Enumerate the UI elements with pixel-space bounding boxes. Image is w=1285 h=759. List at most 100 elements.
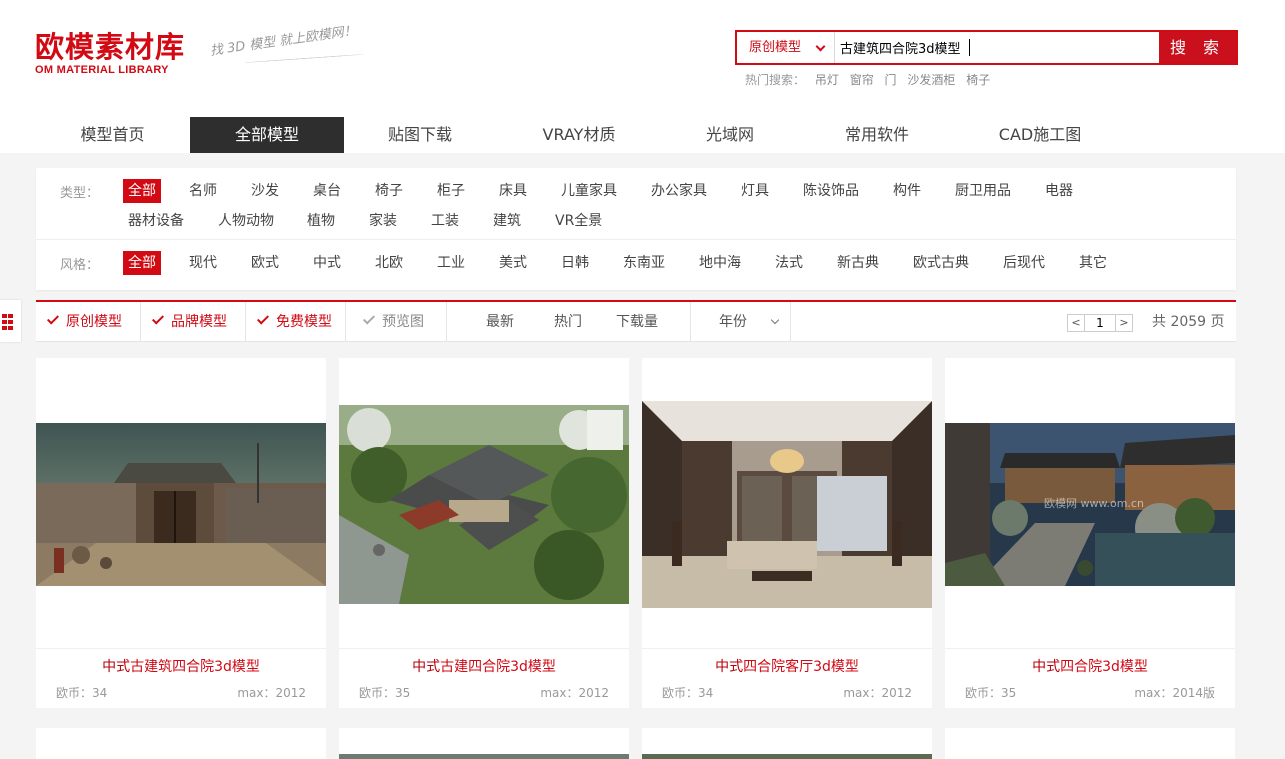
- model-thumbnail[interactable]: [36, 423, 326, 586]
- model-card[interactable]: 欧模网 www.om.cn 中式四合院3d模型 欧币：35 max：2014版: [945, 358, 1235, 708]
- type-filter-item[interactable]: 床具: [494, 179, 532, 203]
- model-title[interactable]: 中式古建四合院3d模型: [339, 656, 629, 676]
- search-input[interactable]: [837, 32, 1159, 63]
- site-logo[interactable]: 欧模素材库 OM MATERIAL LIBRARY: [35, 30, 185, 76]
- coin-price: 欧币：35: [359, 686, 411, 700]
- nav-item-cad[interactable]: CAD施工图: [956, 117, 1124, 153]
- header: 欧模素材库 OM MATERIAL LIBRARY 找 3D 模型 就上欧模网！…: [0, 0, 1285, 153]
- style-filter-item[interactable]: 欧式: [246, 251, 284, 275]
- model-thumbnail[interactable]: [642, 754, 932, 759]
- type-filter-item[interactable]: 植物: [302, 209, 340, 233]
- coin-price: 欧币：35: [965, 686, 1017, 700]
- check-icon: [46, 312, 60, 325]
- model-card[interactable]: [36, 728, 326, 759]
- check-icon: [151, 312, 165, 325]
- year-select[interactable]: 年份: [690, 302, 791, 342]
- type-filter-item[interactable]: 电器: [1040, 179, 1078, 203]
- search-button[interactable]: 搜 索: [1159, 32, 1236, 63]
- type-filter-item[interactable]: 柜子: [432, 179, 470, 203]
- nav-item-all-models[interactable]: 全部模型: [190, 117, 344, 153]
- model-thumbnail[interactable]: [339, 754, 629, 759]
- type-filter-item[interactable]: 儿童家具: [556, 179, 622, 203]
- type-filter-item[interactable]: 构件: [888, 179, 926, 203]
- style-filter-item[interactable]: 后现代: [998, 251, 1050, 275]
- hot-search-item[interactable]: 窗帘: [850, 73, 874, 87]
- type-filter-item[interactable]: 名师: [184, 179, 222, 203]
- type-filter-item[interactable]: 陈设饰品: [798, 179, 864, 203]
- nav-item-ies[interactable]: 光域网: [662, 117, 798, 153]
- type-filter-item[interactable]: 办公家具: [646, 179, 712, 203]
- title-keyword: 四合院客厅3d模型: [743, 659, 859, 675]
- search-type-select[interactable]: 原创模型: [737, 32, 835, 63]
- style-filter-item[interactable]: 工业: [432, 251, 470, 275]
- type-filter-item[interactable]: 工装: [426, 209, 464, 233]
- style-filter-item[interactable]: 欧式古典: [908, 251, 974, 275]
- preview-toggle[interactable]: 预览图: [346, 302, 447, 342]
- model-title[interactable]: 中式古建筑四合院3d模型: [36, 656, 326, 676]
- toggle-label: 免费模型: [276, 314, 332, 330]
- type-filter-label: 类型：: [60, 186, 100, 201]
- style-filter-item[interactable]: 其它: [1074, 251, 1112, 275]
- style-filter-item[interactable]: 全部: [123, 251, 161, 275]
- sort-popular[interactable]: 热门: [554, 302, 582, 342]
- hot-search-item[interactable]: 沙发酒柜: [907, 73, 955, 87]
- grid-icon: [8, 320, 13, 324]
- model-thumbnail[interactable]: [339, 405, 629, 604]
- chevron-down-icon: [770, 315, 780, 325]
- model-card[interactable]: [642, 728, 932, 759]
- model-card[interactable]: [339, 728, 629, 759]
- side-toggle-button[interactable]: [0, 300, 21, 342]
- type-filter-item[interactable]: 全部: [123, 179, 161, 203]
- model-card[interactable]: 中式古建筑四合院3d模型 欧币：34 max：2012: [36, 358, 326, 708]
- style-filter-item[interactable]: 美式: [494, 251, 532, 275]
- type-filter-item[interactable]: 建筑: [488, 209, 526, 233]
- coin-price: 欧币：34: [56, 686, 108, 700]
- type-filter-item[interactable]: 灯具: [736, 179, 774, 203]
- hot-search-item[interactable]: 门: [885, 73, 897, 87]
- style-filter-item[interactable]: 地中海: [694, 251, 746, 275]
- model-thumbnail[interactable]: 欧模网 www.om.cn: [945, 423, 1235, 586]
- page-number-input[interactable]: 1: [1085, 314, 1115, 332]
- type-filter-item[interactable]: 厨卫用品: [950, 179, 1016, 203]
- model-thumbnail[interactable]: [642, 401, 932, 608]
- nav-item-vray[interactable]: VRAY材质: [496, 117, 662, 153]
- grid-icon: [2, 320, 7, 324]
- free-models-toggle[interactable]: 免费模型: [246, 302, 346, 342]
- model-title[interactable]: 中式四合院客厅3d模型: [642, 656, 932, 676]
- brand-models-toggle[interactable]: 品牌模型: [141, 302, 246, 342]
- model-title[interactable]: 中式四合院3d模型: [945, 656, 1235, 676]
- type-filter-item[interactable]: 家装: [364, 209, 402, 233]
- type-filter-item[interactable]: 器材设备: [123, 209, 189, 233]
- card-divider: [945, 648, 1235, 649]
- style-filter-item[interactable]: 新古典: [832, 251, 884, 275]
- nav-item-textures[interactable]: 贴图下载: [344, 117, 496, 153]
- nav-item-software[interactable]: 常用软件: [798, 117, 956, 153]
- model-card[interactable]: [945, 728, 1235, 759]
- courtyard-aerial-image: [339, 405, 629, 604]
- style-filter-item[interactable]: 中式: [308, 251, 346, 275]
- title-keyword: 四合院3d模型: [1060, 659, 1148, 675]
- original-models-toggle[interactable]: 原创模型: [36, 302, 141, 342]
- prev-page-button[interactable]: <: [1067, 314, 1085, 332]
- style-filter-item[interactable]: 东南亚: [618, 251, 670, 275]
- model-card[interactable]: 中式古建四合院3d模型 欧币：35 max：2012: [339, 358, 629, 708]
- type-filter-item[interactable]: 椅子: [370, 179, 408, 203]
- model-card[interactable]: 中式四合院客厅3d模型 欧币：34 max：2012: [642, 358, 932, 708]
- style-filter-item[interactable]: 法式: [770, 251, 808, 275]
- hot-search-item[interactable]: 吊灯: [815, 73, 839, 87]
- type-filter-item[interactable]: 沙发: [246, 179, 284, 203]
- search-bar: 原创模型 搜 索: [735, 30, 1238, 65]
- style-filter-item[interactable]: 北欧: [370, 251, 408, 275]
- style-filter-item[interactable]: 现代: [184, 251, 222, 275]
- next-page-button[interactable]: >: [1115, 314, 1133, 332]
- type-filter-item[interactable]: 人物动物: [213, 209, 279, 233]
- sort-newest[interactable]: 最新: [486, 302, 514, 342]
- nav-item-home[interactable]: 模型首页: [35, 117, 190, 153]
- hot-search-item[interactable]: 椅子: [966, 73, 990, 87]
- type-filter-item[interactable]: VR全景: [550, 209, 607, 233]
- style-filter-item[interactable]: 日韩: [556, 251, 594, 275]
- courtyard-gate-image: [36, 423, 326, 586]
- title-prefix: 中式: [412, 659, 441, 675]
- type-filter-item[interactable]: 桌台: [308, 179, 346, 203]
- sort-downloads[interactable]: 下载量: [616, 302, 658, 342]
